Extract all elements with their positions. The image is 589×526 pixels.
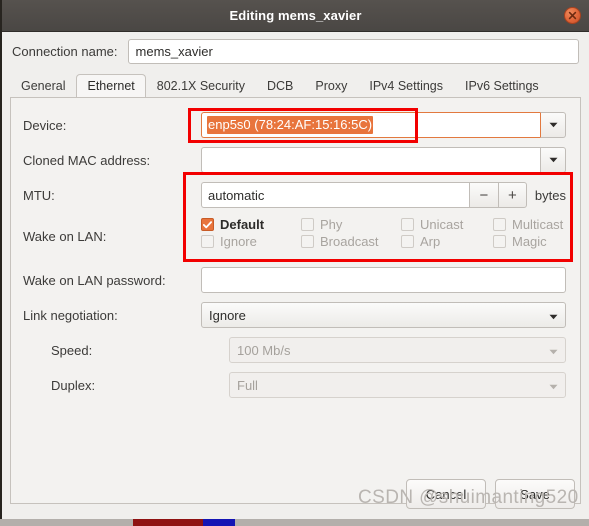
mtu-decrement-button[interactable]: − <box>468 182 498 208</box>
tab-dcb[interactable]: DCB <box>256 74 304 98</box>
duplex-value: Full <box>237 377 258 393</box>
checkbox-label: Arp <box>420 234 441 249</box>
link-negotiation-value: Ignore <box>209 307 246 323</box>
tab-general[interactable]: General <box>10 74 76 98</box>
cloned-mac-combo[interactable] <box>201 147 566 173</box>
checkbox-unicast[interactable]: Unicast <box>401 217 493 232</box>
cloned-mac-label: Cloned MAC address: <box>23 152 151 168</box>
tab-ipv4-settings[interactable]: IPv4 Settings <box>358 74 454 98</box>
mtu-spinner[interactable]: automatic − + <box>201 182 527 208</box>
checkbox-box <box>201 235 214 248</box>
duplex-row: Duplex: Full <box>23 370 566 400</box>
speed-row: Speed: 100 Mb/s <box>23 335 566 365</box>
connection-name-input[interactable] <box>127 39 579 64</box>
checkbox-box <box>301 235 314 248</box>
wake-on-lan-label: Wake on LAN: <box>23 229 107 244</box>
editing-connection-dialog: Editing mems_xavier Connection name: Gen… <box>0 0 589 519</box>
desktop-artifact-blue <box>203 519 235 526</box>
checkbox-label: Broadcast <box>320 234 379 249</box>
save-button[interactable]: Save <box>495 479 575 509</box>
wake-on-lan-row: Wake on LAN: Default Phy Unicast Multica… <box>23 215 566 261</box>
checkbox-box <box>401 218 414 231</box>
dialog-actions: Cancel Save <box>406 479 575 509</box>
speed-label: Speed: <box>51 342 93 358</box>
checkbox-label: Phy <box>320 217 343 232</box>
checkbox-box <box>301 218 314 231</box>
checkbox-label: Magic <box>512 234 547 249</box>
wake-on-lan-options: Default Phy Unicast Multicast Ignore Bro… <box>201 215 566 249</box>
checkbox-label: Unicast <box>420 217 464 232</box>
chevron-down-icon[interactable] <box>540 147 566 173</box>
checkbox-broadcast[interactable]: Broadcast <box>301 234 401 249</box>
tab-ethernet[interactable]: Ethernet <box>76 74 146 98</box>
cloned-mac-value[interactable] <box>201 147 540 173</box>
checkmark-icon <box>201 218 214 231</box>
tab-ipv6-settings[interactable]: IPv6 Settings <box>454 74 550 98</box>
checkbox-multicast[interactable]: Multicast <box>493 217 566 232</box>
speed-dropdown: 100 Mb/s <box>229 337 566 363</box>
chevron-down-icon[interactable] <box>540 112 566 138</box>
mtu-row: MTU: automatic − + bytes <box>23 180 566 210</box>
window-title: Editing mems_xavier <box>229 8 362 23</box>
checkbox-label: Ignore <box>220 234 257 249</box>
ethernet-settings-panel: Device: enp5s0 (78:24:AF:15:16:5C) Clone… <box>10 97 581 504</box>
device-label: Device: <box>23 117 67 133</box>
desktop-strip <box>0 519 589 526</box>
window-titlebar: Editing mems_xavier <box>2 0 589 32</box>
tab-8021x-security[interactable]: 802.1X Security <box>146 74 256 98</box>
chevron-down-icon <box>549 308 558 323</box>
mtu-value[interactable]: automatic <box>201 182 469 208</box>
checkbox-ignore[interactable]: Ignore <box>201 234 301 249</box>
device-combo-entry[interactable]: enp5s0 (78:24:AF:15:16:5C) <box>201 112 540 138</box>
checkbox-box <box>493 235 506 248</box>
checkbox-label: Default <box>220 217 265 232</box>
chevron-down-icon <box>549 378 558 393</box>
checkbox-box <box>401 235 414 248</box>
tab-proxy[interactable]: Proxy <box>304 74 358 98</box>
desktop-background: Editing mems_xavier Connection name: Gen… <box>0 0 589 526</box>
mtu-increment-button[interactable]: + <box>497 182 527 208</box>
close-icon[interactable] <box>564 7 581 24</box>
chevron-down-icon <box>549 343 558 358</box>
checkbox-magic[interactable]: Magic <box>493 234 566 249</box>
device-value: enp5s0 (78:24:AF:15:16:5C) <box>207 116 374 134</box>
duplex-dropdown: Full <box>229 372 566 398</box>
checkbox-default[interactable]: Default <box>201 217 301 232</box>
wol-password-row: Wake on LAN password: <box>23 265 566 295</box>
connection-name-row: Connection name: <box>2 32 589 70</box>
speed-value: 100 Mb/s <box>237 342 291 358</box>
ethernet-form: Device: enp5s0 (78:24:AF:15:16:5C) Clone… <box>11 98 580 400</box>
desktop-artifact-red <box>133 519 203 526</box>
checkbox-arp[interactable]: Arp <box>401 234 493 249</box>
link-negotiation-label: Link negotiation: <box>23 307 118 323</box>
tab-bar: General Ethernet 802.1X Security DCB Pro… <box>2 70 589 98</box>
checkbox-phy[interactable]: Phy <box>301 217 401 232</box>
checkbox-label: Multicast <box>512 217 564 232</box>
duplex-label: Duplex: <box>51 377 96 393</box>
mtu-label: MTU: <box>23 187 55 203</box>
wol-password-label: Wake on LAN password: <box>23 272 166 288</box>
device-combo[interactable]: enp5s0 (78:24:AF:15:16:5C) <box>201 112 566 138</box>
link-negotiation-row: Link negotiation: Ignore <box>23 300 566 330</box>
mtu-units-label: bytes <box>534 187 566 203</box>
wol-password-input[interactable] <box>201 267 566 293</box>
cancel-button[interactable]: Cancel <box>406 479 486 509</box>
device-row: Device: enp5s0 (78:24:AF:15:16:5C) <box>23 110 566 140</box>
link-negotiation-dropdown[interactable]: Ignore <box>201 302 566 328</box>
checkbox-box <box>493 218 506 231</box>
cloned-mac-row: Cloned MAC address: <box>23 145 566 175</box>
connection-name-label: Connection name: <box>12 44 118 59</box>
